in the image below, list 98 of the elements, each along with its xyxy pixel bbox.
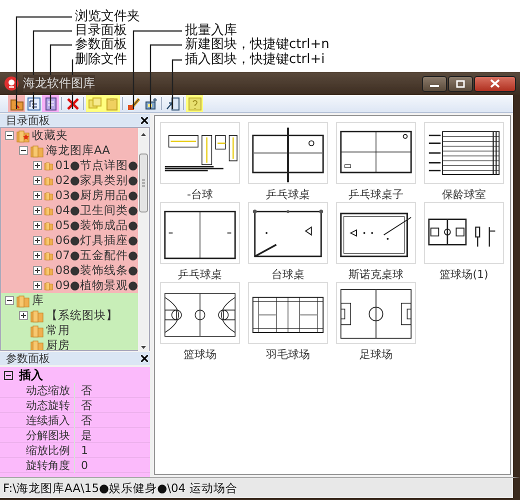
property-value[interactable]: 0: [75, 458, 88, 472]
callout-label: 插入图块，快捷键ctrl+i: [185, 53, 325, 67]
expand-icon[interactable]: [33, 266, 42, 275]
expand-icon[interactable]: [33, 206, 42, 215]
maximize-button[interactable]: [448, 76, 473, 92]
drawing-thumbnail[interactable]: [336, 122, 416, 184]
drawing-thumbnail[interactable]: [160, 122, 240, 184]
property-name: 缩放比例: [0, 442, 75, 458]
expand-icon[interactable]: [19, 311, 28, 320]
folder-icon: [30, 338, 44, 350]
scrollbar[interactable]: [138, 128, 149, 354]
collapse-icon[interactable]: [4, 370, 13, 380]
folder-icon: [16, 294, 30, 308]
property-value[interactable]: 1: [75, 444, 88, 456]
status-path: F:\海龙图库AA\15●娱乐健身●\04 运动场合: [3, 480, 238, 496]
folder-icon: [30, 308, 44, 322]
drawing-thumbnail[interactable]: [248, 282, 328, 344]
group-label: 插入: [19, 366, 43, 384]
tree-item[interactable]: 06●灯具插座●: [55, 233, 138, 248]
tree-item[interactable]: 07●五金配件●: [55, 248, 138, 263]
folder-icon: [30, 324, 44, 338]
expand-icon[interactable]: [33, 236, 42, 245]
thumbnail-label: -台球: [187, 187, 213, 202]
tree-item[interactable]: 【系统图块】: [46, 308, 118, 323]
panel-title: 参数面板: [6, 351, 50, 366]
close-icon[interactable]: [141, 355, 148, 362]
toolbar-button[interactable]: [25, 95, 42, 112]
thumbnail-label: 乒乓球桌: [178, 267, 222, 282]
thumbnail-label: 羽毛球场: [266, 347, 310, 362]
copy-icon: [88, 96, 102, 110]
delete-icon: [66, 96, 80, 110]
toolbar-button[interactable]: [64, 95, 81, 112]
drawing-thumbnail[interactable]: [336, 282, 416, 344]
drawing-thumbnail[interactable]: [160, 202, 240, 264]
toolbar-button[interactable]: [164, 95, 181, 112]
close-icon[interactable]: [141, 117, 148, 124]
thumbnail-label: 足球场: [360, 347, 392, 362]
property-name: 分解图块: [0, 428, 75, 442]
thumbnail-label: 篮球场: [184, 347, 216, 362]
tree-item[interactable]: 收藏夹: [32, 128, 68, 143]
tree-item[interactable]: 04●卫生间类●: [55, 203, 138, 218]
paste-icon: [104, 96, 118, 110]
property-value[interactable]: 否: [75, 398, 92, 412]
tree-item[interactable]: 海龙图库AA: [46, 143, 110, 158]
maximize-icon: [456, 80, 465, 88]
expand-icon[interactable]: [33, 176, 42, 185]
property-name: 旋转角度: [0, 458, 75, 472]
property-value[interactable]: 否: [75, 412, 92, 428]
callout-label: 新建图块，快捷键ctrl+n: [185, 38, 330, 52]
property-value[interactable]: 是: [75, 428, 92, 442]
expand-icon[interactable]: [33, 221, 42, 230]
drawing-thumbnail[interactable]: [248, 202, 328, 264]
thumbnail-label: 斯诺克桌球: [348, 267, 404, 282]
toolbar-button[interactable]: [125, 95, 142, 112]
close-button[interactable]: [474, 76, 516, 92]
help-icon: [188, 96, 202, 110]
expand-icon[interactable]: [33, 191, 42, 200]
minimize-button[interactable]: [422, 76, 447, 92]
tree-item[interactable]: 03●厨房用品●: [55, 188, 138, 203]
starred-folder-icon: [16, 128, 30, 142]
thumbnail-label: 乒乓球桌: [266, 187, 310, 202]
expand-icon[interactable]: [33, 251, 42, 260]
drawing-thumbnail[interactable]: [424, 202, 504, 264]
tree-item[interactable]: 常用: [46, 323, 70, 338]
callout-label: 删除文件: [75, 53, 127, 67]
collapse-icon[interactable]: [5, 131, 14, 140]
tree-item[interactable]: 库: [32, 293, 44, 308]
tree-item[interactable]: 08●装饰线条●: [55, 263, 138, 278]
collapse-icon[interactable]: [19, 146, 28, 155]
tree-item[interactable]: 01●节点详图●: [55, 158, 138, 173]
callout-label: 目录面板: [75, 24, 127, 38]
close-icon: [490, 79, 500, 88]
callout-label: 批量入库: [185, 24, 237, 38]
drawing-thumbnail[interactable]: [160, 282, 240, 344]
thumbnail-label: 台球桌: [272, 267, 304, 282]
thumbnail-label: 保龄球室: [442, 187, 486, 202]
expand-icon[interactable]: [33, 281, 42, 290]
callout-label: 参数面板: [75, 38, 127, 52]
panel-title: 目录面板: [6, 113, 50, 128]
property-name: 动态旋转: [0, 398, 75, 412]
property-name: 动态缩放: [0, 382, 75, 398]
tree-item[interactable]: 05●装饰成品●: [55, 218, 138, 233]
drawing-thumbnail[interactable]: [424, 122, 504, 184]
property-name: 连续插入: [0, 412, 75, 428]
thumbnail-label: 乒乓球桌子: [348, 187, 404, 202]
app-logo-icon: [4, 76, 19, 91]
drawing-thumbnail[interactable]: [248, 122, 328, 184]
property-value[interactable]: 否: [75, 382, 92, 398]
drawing-thumbnail[interactable]: [336, 202, 416, 264]
toolbar-button[interactable]: [8, 95, 25, 112]
collapse-icon[interactable]: [5, 296, 14, 305]
callout-label: 浏览文件夹: [75, 10, 140, 24]
toolbar-button[interactable]: [42, 95, 59, 112]
thumbnail-label: 篮球场(1): [440, 267, 488, 282]
window-title: 海龙软件图库: [23, 75, 95, 92]
tree-item[interactable]: 09●植物景观●: [55, 278, 138, 293]
tree-item[interactable]: 02●家具类别●: [55, 173, 138, 188]
expand-icon[interactable]: [33, 161, 42, 170]
